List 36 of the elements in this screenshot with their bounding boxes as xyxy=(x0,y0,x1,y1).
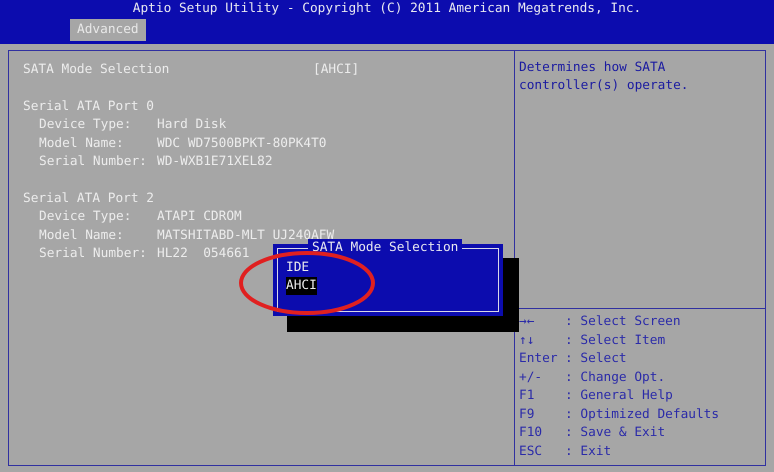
key-name: F10 xyxy=(519,424,544,442)
key-action: : General Help xyxy=(565,387,673,405)
key-action: : Select Item xyxy=(565,332,666,350)
field-label: Device Type: xyxy=(39,208,132,226)
key-name: F1 xyxy=(519,387,536,405)
setting-label[interactable]: SATA Mode Selection xyxy=(23,61,313,80)
key-action: : Exit xyxy=(565,442,612,460)
field-value: WD-WXB1E71XEL82 xyxy=(157,153,273,171)
setting-value[interactable]: [AHCI] xyxy=(313,61,360,80)
popup-option[interactable]: IDE xyxy=(286,259,310,277)
field-value: HL22 054661 xyxy=(157,245,250,263)
key-name: Enter xyxy=(519,350,559,368)
key-name: F9 xyxy=(519,406,536,424)
section-heading: Serial ATA Port 2 xyxy=(23,190,154,208)
popup-option[interactable]: AHCI xyxy=(286,277,317,295)
field-value: ATAPI CDROM xyxy=(157,208,242,226)
help-text: Determines how SATA controller(s) operate. xyxy=(515,51,765,309)
key-action: : Optimized Defaults xyxy=(565,406,720,424)
key-name: →← xyxy=(519,313,536,331)
section-heading: Serial ATA Port 0 xyxy=(23,98,154,116)
key-action: : Select Screen xyxy=(565,313,681,331)
key-action: : Change Opt. xyxy=(565,368,666,386)
key-name: ↑↓ xyxy=(519,332,536,350)
field-label: Serial Number: xyxy=(39,245,148,263)
key-name: ESC xyxy=(519,442,544,460)
field-label: Model Name: xyxy=(39,226,125,244)
key-action: : Save & Exit xyxy=(565,424,666,442)
key-name: +/- xyxy=(519,368,544,386)
key-action: : Select xyxy=(565,350,627,368)
tab[interactable]: Advanced xyxy=(70,19,146,41)
field-label: Device Type: xyxy=(39,116,132,134)
field-value: Hard Disk xyxy=(157,116,226,134)
field-value: WDC WD7500BPKT-80PK4T0 xyxy=(157,134,326,152)
field-label: Serial Number: xyxy=(39,153,148,171)
field-label: Model Name: xyxy=(39,134,125,152)
window-title: Aptio Setup Utility - Copyright (C) 2011 American Megatrends, Inc. xyxy=(132,0,642,17)
